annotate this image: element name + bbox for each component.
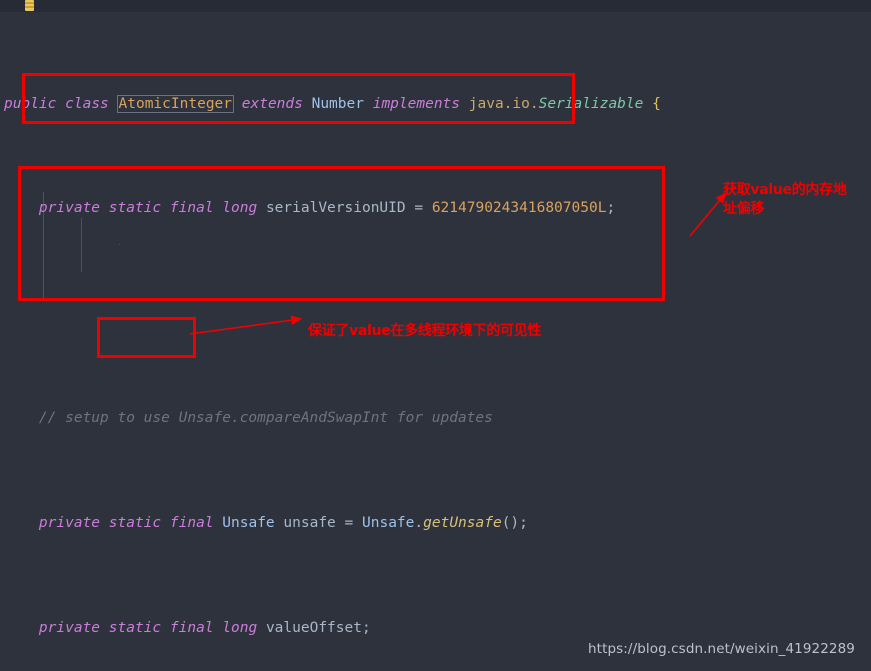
token-serialversionuid-literal: 6214790243416807050L xyxy=(431,200,607,217)
token-method-getunsafe: getUnsafe xyxy=(423,514,502,531)
token-static: static xyxy=(108,200,162,217)
token-private: private xyxy=(38,200,101,217)
annotation-note-offset: 获取value的内存地 址偏移 xyxy=(723,182,847,217)
code-line-5: private static final Unsafe unsafe = Uns… xyxy=(0,510,871,536)
token-class: class xyxy=(65,95,109,112)
token-package-javaio: java.io. xyxy=(468,95,539,112)
token-private: private xyxy=(38,514,101,531)
code-line-4: // setup to use Unsafe.compareAndSwapInt… xyxy=(0,405,871,431)
code-line-1: public class AtomicInteger extends Numbe… xyxy=(0,91,871,117)
token-private: private xyxy=(38,619,101,636)
token-iface-serializable: Serializable xyxy=(538,95,644,112)
token-parens: (); xyxy=(501,514,528,531)
token-brace: { xyxy=(652,95,661,112)
watermark-url: https://blog.csdn.net/weixin_41922289 xyxy=(588,641,855,657)
editor-top-strip xyxy=(0,0,871,12)
token-dot: . xyxy=(414,514,424,531)
token-ident-unsafe: unsafe xyxy=(283,514,336,531)
token-comment-setup: // setup to use Unsafe.compareAndSwapInt… xyxy=(38,410,493,426)
token-long: long xyxy=(222,200,258,217)
token-semicolon: ; xyxy=(606,200,616,217)
token-extends: extends xyxy=(241,95,303,112)
token-final: final xyxy=(169,514,214,531)
token-valueoffset: valueOffset xyxy=(265,619,362,636)
token-type-unsafe: Unsafe xyxy=(222,514,275,531)
code-line-6: private static final long valueOffset; xyxy=(0,615,871,641)
token-type-number: Number xyxy=(311,95,364,112)
token-type-unsafe: Unsafe xyxy=(362,514,415,531)
token-serialversionuid: serialVersionUID xyxy=(265,200,406,217)
token-final: final xyxy=(169,619,214,636)
token-eq: = xyxy=(414,200,424,217)
token-static: static xyxy=(108,514,162,531)
annotation-note-visibility: 保证了value在多线程环境下的可见性 xyxy=(308,323,542,339)
bookmark-icon[interactable] xyxy=(25,0,34,11)
token-class-name[interactable]: AtomicInteger xyxy=(116,94,235,113)
token-eq: = xyxy=(344,514,354,531)
code-viewport[interactable]: public class AtomicInteger extends Numbe… xyxy=(0,12,871,671)
token-long: long xyxy=(222,619,258,636)
token-semicolon: ; xyxy=(361,619,371,636)
token-public: public xyxy=(4,95,57,112)
token-final: final xyxy=(169,200,214,217)
token-static: static xyxy=(108,619,162,636)
editor-screenshot: public class AtomicInteger extends Numbe… xyxy=(0,0,871,671)
token-implements: implements xyxy=(372,95,461,112)
